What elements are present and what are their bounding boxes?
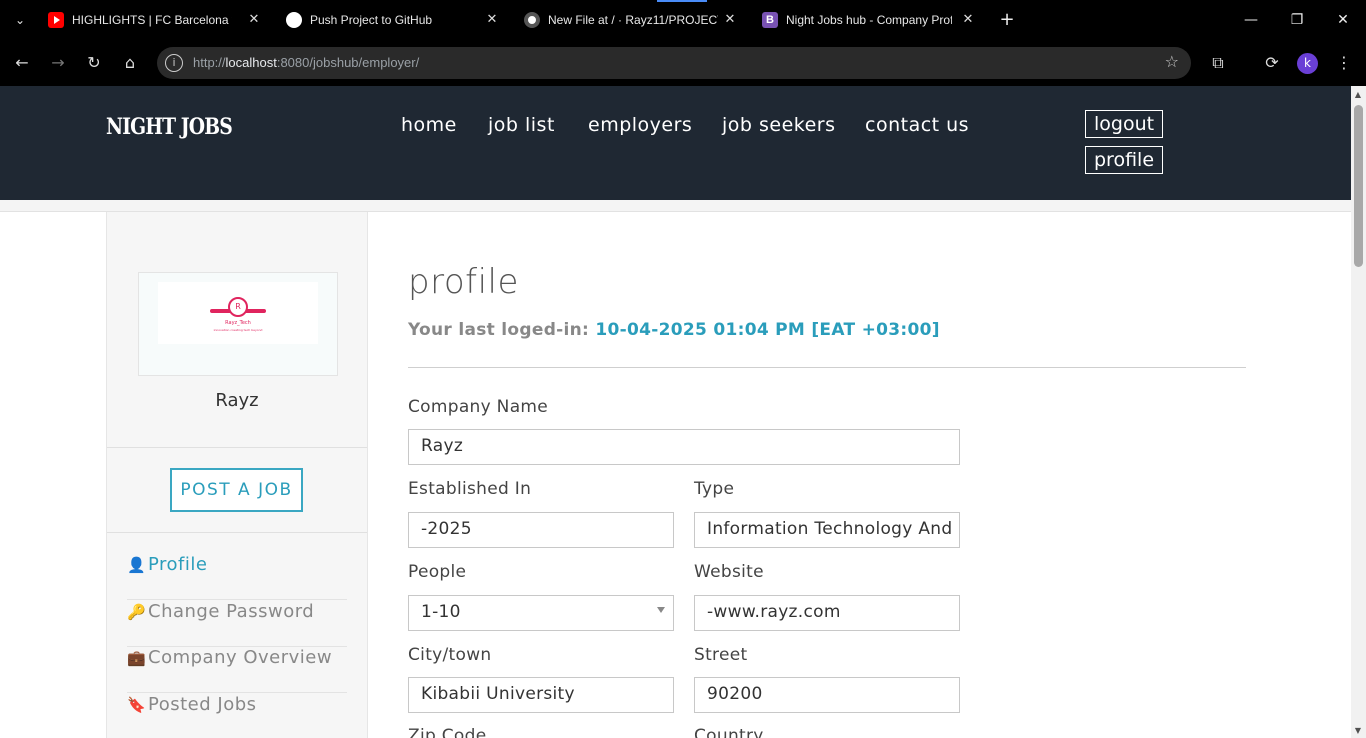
scrollbar-thumb[interactable] — [1354, 105, 1363, 267]
country-label: Country — [694, 726, 764, 738]
github-icon — [524, 12, 540, 28]
site-info-icon[interactable]: i — [165, 54, 183, 72]
last-login-label: Your last loged-in: — [408, 320, 590, 340]
profile-sidebar: R Rayz_Tech innovation creating tech bey… — [106, 212, 368, 738]
user-icon: 👤 — [127, 556, 147, 574]
menu-icon[interactable]: ⋮ — [1333, 52, 1355, 74]
restore-icon[interactable]: ❐ — [1287, 10, 1307, 30]
briefcase-icon: 💼 — [127, 649, 147, 667]
logo-name: Rayz_Tech — [225, 320, 251, 326]
last-login-value: 10-04-2025 01:04 PM [EAT +03:00] — [595, 320, 940, 340]
company-logo: R Rayz_Tech innovation creating tech bey… — [138, 272, 338, 376]
company-name: Rayz — [215, 390, 259, 411]
divider — [107, 447, 367, 448]
sidebar-item-posted-jobs[interactable]: 🔖 Posted Jobs — [127, 694, 347, 738]
nav-contact-us[interactable]: contact us — [865, 114, 969, 136]
profile-avatar[interactable]: k — [1297, 53, 1318, 74]
divider — [107, 532, 367, 533]
close-tab-icon[interactable]: ✕ — [722, 11, 738, 27]
sidebar-item-change-password[interactable]: 🔑 Change Password — [127, 601, 347, 647]
last-login: Your last loged-in: 10-04-2025 01:04 PM … — [408, 320, 940, 340]
browser-tab[interactable]: New File at / · Rayz11/PROJECT- ✕ — [524, 6, 738, 34]
sidebar-item-profile[interactable]: 👤 Profile — [127, 554, 347, 600]
close-window-icon[interactable]: ✕ — [1333, 10, 1353, 30]
street-label: Street — [694, 645, 748, 665]
company-name-label: Company Name — [408, 397, 549, 417]
sync-icon[interactable]: ⟳ — [1261, 52, 1283, 74]
sidebar-item-label: Company Overview — [148, 647, 333, 668]
chatgpt-icon — [286, 12, 302, 28]
browser-tab[interactable]: HIGHLIGHTS | FC Barcelona vs. I ✕ — [48, 6, 262, 34]
logo-emblem: R — [228, 297, 248, 317]
extensions-icon[interactable]: ⧉ — [1207, 52, 1229, 74]
sidebar-item-label: Posted Jobs — [148, 694, 257, 715]
established-input[interactable]: -2025 — [408, 512, 674, 548]
people-select[interactable]: 1-10 — [408, 595, 674, 631]
close-tab-icon[interactable]: ✕ — [246, 11, 262, 27]
bookmark-star-icon[interactable]: ☆ — [1165, 52, 1179, 71]
tab-title: New File at / · Rayz11/PROJECT- — [548, 13, 718, 27]
post-job-button[interactable]: POST A JOB — [170, 468, 303, 512]
reload-icon[interactable]: ↻ — [83, 52, 105, 74]
type-label: Type — [694, 479, 735, 499]
company-name-input[interactable]: Rayz — [408, 429, 960, 465]
city-input[interactable]: Kibabii University — [408, 677, 674, 713]
city-label: City/town — [408, 645, 492, 665]
url-text: http://localhost:8080/jobshub/employer/ — [193, 55, 420, 70]
sidebar-item-label: Profile — [148, 554, 208, 575]
tab-title: Night Jobs hub - Company Prof — [786, 13, 952, 27]
scroll-up-icon[interactable]: ▲ — [1353, 90, 1363, 99]
website-label: Website — [694, 562, 764, 582]
website-input[interactable]: -www.rayz.com — [694, 595, 960, 631]
address-bar[interactable]: i http://localhost:8080/jobshub/employer… — [157, 47, 1191, 79]
close-tab-icon[interactable]: ✕ — [960, 11, 976, 27]
sidebar-item-label: Change Password — [148, 601, 315, 622]
loading-indicator — [657, 0, 707, 2]
back-icon[interactable]: ← — [11, 52, 33, 74]
close-tab-icon[interactable]: ✕ — [484, 11, 500, 27]
people-label: People — [408, 562, 467, 582]
new-tab-icon[interactable]: + — [997, 10, 1017, 30]
bootstrap-icon: B — [762, 12, 778, 28]
browser-tab-bar: ⌄ HIGHLIGHTS | FC Barcelona vs. I ✕ Push… — [0, 0, 1366, 40]
page-title: profile — [408, 262, 519, 302]
type-input[interactable]: Information Technology And — [694, 512, 960, 548]
minimize-icon[interactable]: — — [1241, 10, 1261, 30]
header-divider — [0, 200, 1351, 212]
tab-title: Push Project to GitHub — [310, 13, 433, 27]
profile-button[interactable]: profile — [1085, 146, 1164, 174]
youtube-icon — [48, 12, 64, 28]
nav-job-list[interactable]: job list — [488, 114, 555, 136]
site-logo[interactable]: NIGHT JOBS — [106, 114, 233, 140]
chevron-down-icon — [657, 607, 665, 613]
forward-icon[interactable]: → — [47, 52, 69, 74]
company-logo-image: R Rayz_Tech innovation creating tech bey… — [158, 282, 318, 344]
zip-code-label: Zip Code — [408, 726, 487, 738]
tab-title: HIGHLIGHTS | FC Barcelona vs. I — [72, 13, 232, 27]
key-icon: 🔑 — [127, 603, 147, 621]
sidebar-item-company-overview[interactable]: 💼 Company Overview — [127, 647, 347, 693]
divider — [408, 367, 1246, 368]
street-input[interactable]: 90200 — [694, 677, 960, 713]
nav-employers[interactable]: employers — [588, 114, 692, 136]
browser-tab[interactable]: Push Project to GitHub ✕ — [286, 6, 500, 34]
home-icon[interactable]: ⌂ — [119, 52, 141, 74]
bookmark-icon: 🔖 — [127, 696, 147, 714]
logo-tagline: innovation creating tech beyond — [213, 328, 263, 332]
site-header: NIGHT JOBS home job list employers job s… — [0, 86, 1351, 200]
people-select-value: 1-10 — [421, 602, 461, 622]
scroll-down-icon[interactable]: ▼ — [1353, 726, 1363, 735]
logout-button[interactable]: logout — [1085, 110, 1164, 138]
nav-job-seekers[interactable]: job seekers — [722, 114, 836, 136]
tab-search-dropdown-icon[interactable]: ⌄ — [10, 10, 30, 30]
established-label: Established In — [408, 479, 532, 499]
nav-home[interactable]: home — [401, 114, 457, 136]
browser-tab-active[interactable]: B Night Jobs hub - Company Prof ✕ — [762, 6, 976, 34]
